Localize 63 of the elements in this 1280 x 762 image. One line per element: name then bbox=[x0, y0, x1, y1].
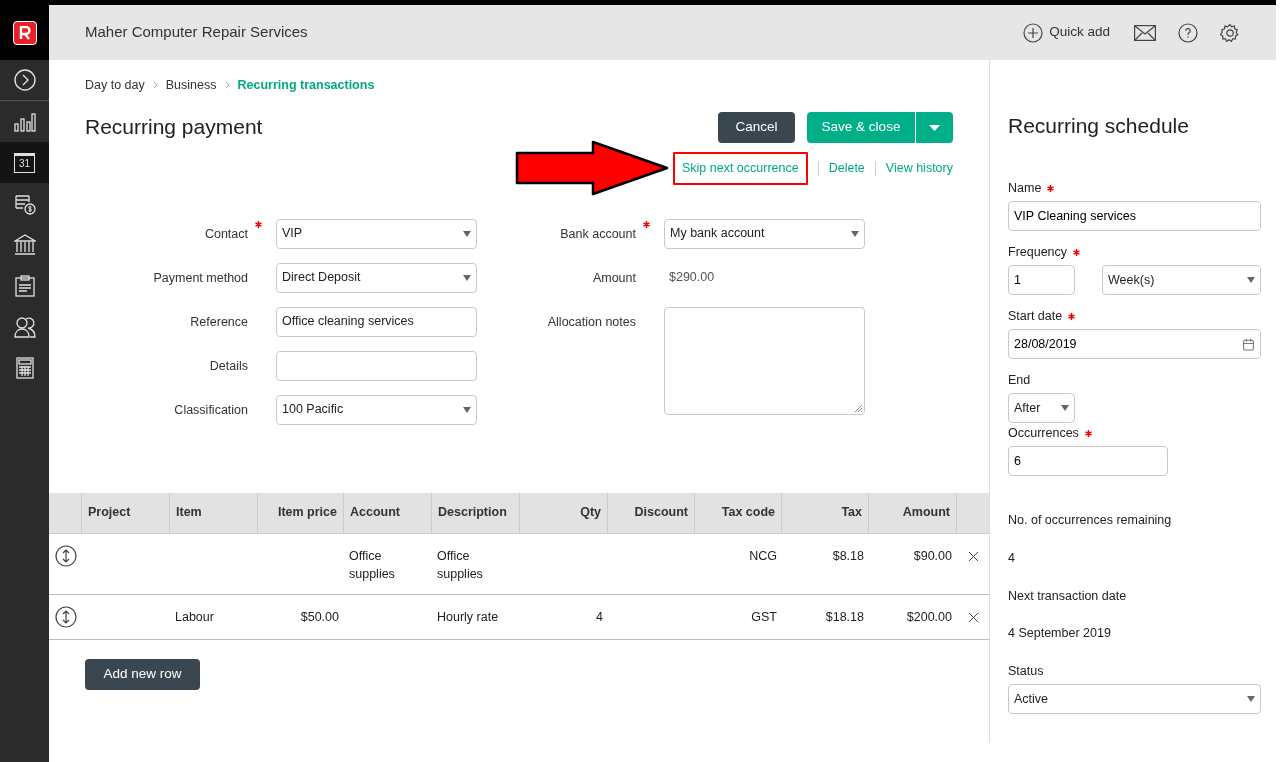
field-label: Frequency bbox=[1008, 243, 1068, 261]
field-label: End bbox=[1008, 371, 1031, 389]
field-label: Occurrences bbox=[1008, 424, 1079, 442]
field-label: Name bbox=[1008, 179, 1042, 197]
dropdown-field[interactable]: Active bbox=[1008, 684, 1261, 714]
field-value: 4 bbox=[1008, 549, 1016, 567]
dropdown-field[interactable]: Week(s) bbox=[1102, 265, 1261, 295]
page-title: Recurring payment bbox=[85, 114, 263, 140]
column-header: Item price bbox=[258, 492, 344, 533]
input-field[interactable]: Office cleaning services bbox=[276, 306, 477, 337]
column-header: Amount bbox=[869, 492, 957, 533]
column-header: Description bbox=[432, 492, 520, 533]
field-value: 4 September 2019 bbox=[1008, 625, 1112, 643]
table-cell-text: Labour bbox=[175, 608, 214, 626]
field-label: Allocation notes bbox=[547, 313, 636, 331]
quick-add-button[interactable]: Quick add bbox=[1023, 22, 1110, 43]
panel-title: Recurring schedule bbox=[1008, 113, 1190, 139]
column-header: Tax code bbox=[695, 492, 782, 533]
table-cell-text: $200.00 bbox=[906, 608, 952, 626]
column-header: Account bbox=[344, 492, 432, 533]
dropdown-field[interactable]: VIP bbox=[276, 218, 477, 249]
table-cell-text: $50.00 bbox=[300, 608, 339, 626]
dropdown-field[interactable]: My bank account bbox=[664, 218, 865, 249]
field-label: No. of occurrences remaining bbox=[1008, 512, 1173, 529]
breadcrumb-link[interactable]: Business bbox=[165, 75, 217, 95]
field-label: Contact bbox=[204, 225, 248, 243]
table-cell-text: Office supplies bbox=[349, 547, 396, 583]
column-header: Tax bbox=[782, 492, 869, 533]
column-header: Item bbox=[170, 492, 258, 533]
dropdown-field[interactable]: Direct Deposit bbox=[276, 262, 477, 293]
field-label: Next transaction date bbox=[1008, 587, 1128, 605]
dropdown-field[interactable]: After bbox=[1008, 393, 1075, 423]
date-field[interactable]: 28/08/2019 bbox=[1008, 329, 1261, 359]
table-cell-text: $18.18 bbox=[825, 608, 864, 626]
field-label: Bank account bbox=[560, 225, 636, 243]
field-label: Amount bbox=[592, 269, 636, 287]
input-field[interactable]: VIP Cleaning services bbox=[1008, 201, 1261, 231]
field-value: $290.00 bbox=[668, 269, 716, 287]
table-cell-text: Hourly rate bbox=[437, 608, 499, 626]
dropdown-field[interactable]: 100 Pacific bbox=[276, 394, 477, 425]
table-cell-text: GST bbox=[751, 608, 777, 626]
table-cell-text: NCG bbox=[749, 547, 777, 565]
column-header: Qty bbox=[520, 492, 608, 533]
input-field[interactable]: 1 bbox=[1008, 265, 1075, 295]
calendar-icon: 31 bbox=[14, 152, 35, 173]
breadcrumb-link[interactable]: Day to day bbox=[85, 75, 145, 95]
column-header: Project bbox=[82, 492, 170, 533]
table-cell-text: 4 bbox=[596, 608, 603, 626]
field-label: Status bbox=[1008, 662, 1044, 680]
table-cell-text: Office supplies bbox=[437, 547, 484, 583]
add-row-button[interactable]: Add new row bbox=[85, 658, 200, 690]
input-field[interactable]: 6 bbox=[1008, 446, 1168, 476]
field-label: Classification bbox=[174, 401, 248, 419]
field-label: Start date bbox=[1008, 307, 1063, 325]
company-name: Maher Computer Repair Services bbox=[85, 22, 309, 43]
table-cell-text: $90.00 bbox=[913, 547, 952, 565]
field-label: Reference bbox=[190, 313, 248, 331]
sidebar-item[interactable]: 31 bbox=[0, 142, 49, 183]
cancel-button[interactable]: Cancel bbox=[718, 112, 795, 143]
field-label: Payment method bbox=[153, 269, 248, 287]
table-cell-text: $8.18 bbox=[832, 547, 864, 565]
field-label: Details bbox=[209, 357, 248, 375]
column-header: Discount bbox=[608, 492, 695, 533]
